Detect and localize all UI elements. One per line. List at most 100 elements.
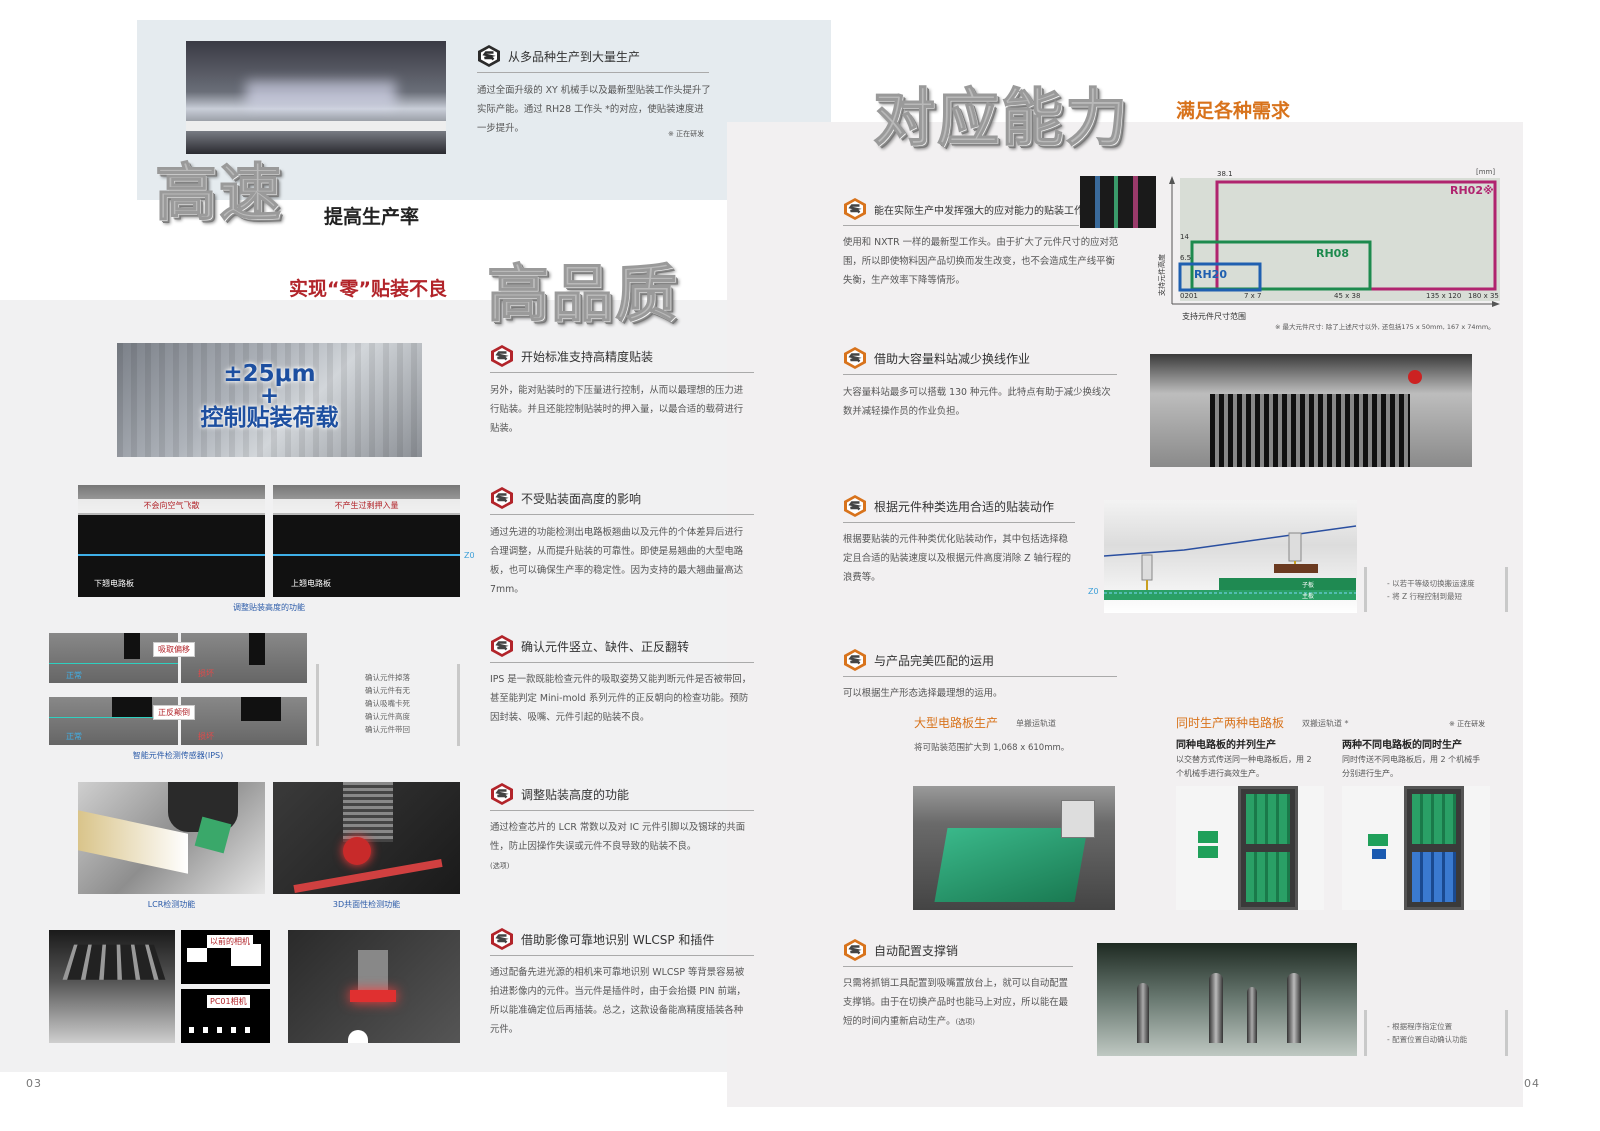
hq-section-2-body: 通过先进的功能检测出电路板翘曲以及元件的个体差异后进行合理调整，从而提升贴装的可… [490,527,744,595]
label-normal-2: 正常 [66,732,82,741]
fuji-logo-icon [478,45,500,67]
insertion-photo [288,930,460,1043]
head-range-chart: RH02※ RH08 RH20 38.1 14 6.5 0201 7 x 7 4… [1157,168,1500,321]
ips-label-flip: 正反颠倒 [153,705,195,720]
support-pin-photo [1097,943,1357,1056]
high-speed-section-heading: 从多品种生产到大量生产 [477,44,709,73]
old-camera-label: 以前的相机 [207,935,253,948]
x-tick: 45 x 38 [1334,292,1360,300]
hq-section-4-option: (选项) [490,862,510,870]
chart-footnote: ※ 最大元件尺寸: 除了上述尺寸以外, 还包括175 x 50mm, 167 x… [1275,323,1495,331]
pin-bullets: - 根据程序指定位置 - 配置位置自动确认功能 [1364,1010,1508,1056]
y-axis-arrow-icon [1169,176,1175,184]
height-figure-right: 不产生过剩押入量 上翘电路板 [273,485,460,597]
high-speed-subtitle: 提高生产率 [324,206,420,228]
large-board-title: 大型电路板生产 [914,716,999,730]
label-damaged-1: 损坏 [198,669,214,678]
lcr-photo [78,782,265,894]
fuji-logo-icon [844,939,866,961]
green-board-icon [1368,834,1388,846]
r-section-5-heading: 自动配置支撑销 [843,938,1073,967]
x-axis-arrow-icon [1492,301,1500,307]
fuji-logo-icon [491,783,513,805]
left-page-number: 03 [26,1077,42,1090]
heads-photo [1080,176,1156,228]
y-tick: 14 [1180,233,1189,241]
large-board-tag: 单搬运轨道 [1016,719,1056,728]
ips-image-top-left: 正常 [49,633,178,683]
hq-section-4-body: 通过检查芯片的 LCR 常数以及对 IC 元件引脚以及锡球的共面性，防止因操作失… [490,822,746,852]
heading-text: 能在实际生产中发挥强大的应对能力的贴装工作头 [874,205,1094,217]
r-section-1-body: 使用和 NXTR 一样的最新型工作头。由于扩大了元件尺寸的应对范围，所以即使物料… [843,237,1119,286]
large-board-photo [913,786,1115,910]
dual-tag: 双搬运轨道 * [1302,719,1349,728]
ips-image-top-right: 损坏 [181,633,307,683]
zaxis-z0-label: Z0 [1088,587,1099,596]
wlcsp-photo [49,930,175,1043]
pc01-camera-label: PC01相机 [207,995,250,1008]
height-figure-caption: 调整贴装高度的功能 [233,603,305,612]
heading-text: 不受贴装面高度的影响 [521,491,642,506]
fuji-logo-icon [491,487,513,509]
banner-line1: ±25μm [223,361,316,387]
check-item: 确认吸嘴卡死 [365,699,410,708]
fuji-logo-icon [844,347,866,369]
precision-banner: ±25μm + 控制贴装荷载 [117,343,422,457]
heading-text: 自动配置支撑销 [874,943,959,958]
label-damaged-2: 损坏 [198,732,214,741]
rh02-label: RH02※ [1450,184,1494,197]
banner-line2: + [259,383,280,409]
label-no-excess: 不产生过剩押入量 [334,501,399,510]
r-section-3-body: 根据要贴装的元件种类优化贴装动作，其中包括选择稳定且合适的贴装速度以及根据元件高… [843,534,1072,583]
r-section-4-body: 可以根据生产形态选择最理想的运用。 [843,688,1003,699]
fuji-logo-icon [491,928,513,950]
heading-text: 开始标准支持高精度贴装 [521,349,654,364]
bullet-item: - 将 Z 行程控制到最短 [1387,592,1462,601]
bullet-item: - 以若干等级切换搬运速度 [1387,579,1475,588]
fuji-logo-icon [844,198,866,220]
x-tick: 0201 [1180,292,1198,300]
fuji-logo-icon [844,649,866,671]
check-item: 确认元件带回 [365,725,410,734]
check-item: 确认元件掉落 [365,673,410,682]
fuji-logo-icon [491,345,513,367]
x-tick: 7 x 7 [1244,292,1262,300]
heading-text: 确认元件竖立、缺件、正反翻转 [521,639,690,654]
parallel-desc: 以交替方式传送同一种电路板后，用 2 个机械手进行高效生产。 [1176,755,1312,778]
rh08-label: RH08 [1316,247,1349,260]
pc01-camera-image: PC01相机 [181,989,270,1043]
coplanarity-caption: 3D共面性检测功能 [332,900,401,909]
fuji-logo-icon [844,495,866,517]
r-section-2-heading: 借助大容量料站减少换线作业 [843,346,1117,375]
label-up-warp: 上翘电路板 [291,579,331,588]
hq-section-4-heading: 调整贴装高度的功能 [490,782,754,811]
r-section-1-heading: 能在实际生产中发挥强大的应对能力的贴装工作头 [843,197,1094,226]
green-board-icon [1198,846,1218,858]
chart-unit: [mm] [1476,168,1495,176]
ips-label-pickup-offset: 吸取偏移 [153,642,195,657]
capability-title: 对应能力 [872,81,1130,154]
ips-caption: 智能元件检测传感器(IPS) [132,751,224,760]
different-title: 两种不同电路板的同时生产 [1342,740,1462,751]
zaxis-bullets: - 以若干等级切换搬运速度 - 将 Z 行程控制到最短 [1364,567,1508,612]
y-tick: 6.5 [1180,254,1191,262]
heading-text: 借助影像可靠地识别 WLCSP 和插件 [521,932,715,947]
parallel-diagram [1176,786,1324,910]
height-z0-label: Z0 [464,551,475,560]
zaxis-figure: 子板 主板 [1104,500,1357,613]
r-section-5-body: 只需将抓销工具配置到吸嘴置放台上，就可以自动配置支撑销。由于在切换产品时也能马上… [843,974,1075,1032]
label-down-warp: 下翘电路板 [94,579,134,588]
height-figure-left: 不会向空气飞散 下翘电路板 [78,485,265,597]
bullet-item: - 根据程序指定位置 [1387,1022,1453,1031]
r-section-2-body: 大容量料站最多可以搭载 130 种元件。此特点有助于减少换线次数并减轻操作员的作… [843,387,1111,417]
right-page-number: 04 [1524,1077,1540,1090]
coplanarity-photo [273,782,460,894]
different-desc: 同时传送不同电路板后，用 2 个机械手分别进行生产。 [1342,755,1481,778]
zaxis-main-board: 主板 [1302,593,1315,600]
heading-text: 根据元件种类选用合适的贴装动作 [874,499,1055,514]
hq-section-3-heading: 确认元件竖立、缺件、正反翻转 [490,634,754,663]
zaxis-child-board: 子板 [1302,582,1315,589]
hq-section-1-heading: 开始标准支持高精度贴装 [490,344,754,373]
green-board-icon [1198,831,1218,843]
hq-section-2-heading: 不受贴装面高度的影响 [490,486,754,515]
